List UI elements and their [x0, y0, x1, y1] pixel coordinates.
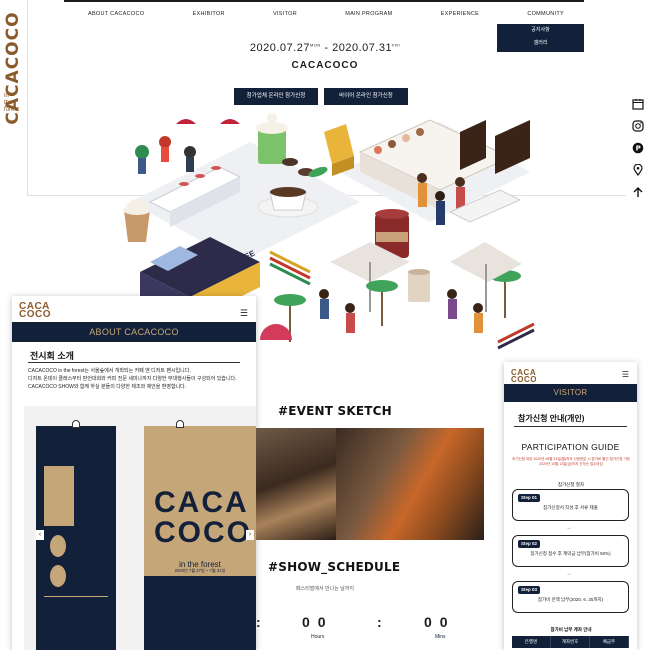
- visitor-mobile-card: CACA COCO ☰ VISITOR 참가신청 안내(개인) PARTICIP…: [504, 362, 637, 650]
- mobile-logo[interactable]: CACA COCO: [511, 369, 537, 384]
- schedule-subtitle: 페스티벌에서 만나는 날까지: [296, 586, 354, 592]
- quick-menu: P: [626, 96, 650, 206]
- timer-hours: 00: [302, 614, 334, 630]
- arrow-up-icon[interactable]: [626, 184, 650, 206]
- participation-guide-text: 조기신청 마감 2020년 08월 31일(월)까지 신청한분 시 참가비 할인…: [512, 457, 630, 466]
- timer-mins: 00: [424, 614, 456, 630]
- side-logo-subtitle: in the forest: [4, 93, 20, 113]
- calendar-icon[interactable]: [626, 96, 650, 118]
- step-text: 참가비 잔액 납부(2020. 6. 25까지): [537, 597, 604, 602]
- nav-experience[interactable]: EXPERIENCE: [441, 11, 479, 17]
- poster-gallery: CACA COCO in the forest 2020년 7월 27일 ~ 7…: [24, 406, 256, 650]
- nav-visitor[interactable]: VISITOR: [273, 11, 297, 17]
- buyer-apply-button[interactable]: 바이어 온라인 참가신청: [324, 88, 408, 105]
- visitor-heading: 참가신청 안내(개인): [518, 414, 585, 423]
- nav-main-program[interactable]: MAIN PROGRAM: [345, 11, 392, 17]
- binder-clip-icon: [176, 420, 184, 428]
- top-navigation: ABOUT CACACOCO EXHIBITOR VISITOR MAIN PR…: [64, 0, 584, 26]
- instagram-icon[interactable]: [626, 118, 650, 140]
- dropdown-notice[interactable]: 공지사항: [497, 24, 584, 37]
- about-mobile-card: CACA COCO ☰ ABOUT CACACOCO 전시회 소개 CACACO…: [12, 296, 256, 650]
- step-tag: Step 02: [518, 540, 541, 548]
- timer-separator: :: [256, 614, 261, 630]
- account-table-title: 참가비 납부 계좌 안내: [550, 627, 592, 632]
- col-bank: 은행명: [512, 636, 551, 648]
- mins-label: Mins: [435, 634, 446, 640]
- col-holder: 예금주: [590, 636, 629, 648]
- show-schedule-title: #SHOW_SCHEDULE: [268, 560, 401, 574]
- hours-label: Hours: [311, 634, 325, 640]
- event-dates: 2020.07.27MON - 2020.07.31FRI: [249, 42, 401, 54]
- nav-about[interactable]: ABOUT CACACOCO: [88, 11, 144, 17]
- prev-arrow-icon[interactable]: ‹: [36, 530, 44, 540]
- kakao-icon[interactable]: P: [626, 140, 650, 162]
- hamburger-menu-icon[interactable]: ☰: [240, 308, 248, 319]
- nav-community[interactable]: COMMUNITY: [527, 11, 564, 17]
- step-03: Step 03 참가비 잔액 납부(2020. 6. 25까지): [512, 581, 629, 613]
- exhibitor-apply-button[interactable]: 참가업체 온라인 참가신청: [234, 88, 318, 105]
- timer-separator: :: [377, 614, 382, 630]
- poster-kraft: CACA COCO in the forest 2020년 7월 27일 ~ 7…: [144, 420, 256, 650]
- event-sketch-title: #EVENT SKETCH: [278, 404, 392, 418]
- poster-logo: CACA COCO: [154, 486, 252, 549]
- nav-exhibitor[interactable]: EXHIBITOR: [193, 11, 225, 17]
- poster-dark: [36, 420, 116, 650]
- hamburger-menu-icon[interactable]: ☰: [622, 370, 629, 379]
- about-banner: ABOUT CACACOCO: [12, 322, 256, 342]
- heading-divider: [514, 426, 627, 427]
- mobile-logo[interactable]: CACA COCO: [19, 302, 51, 320]
- poster-dark-art: [44, 466, 108, 597]
- visitor-banner: VISITOR: [504, 384, 637, 402]
- account-table-header: 은행명 계좌번호 예금주: [512, 636, 629, 648]
- svg-text:P: P: [636, 145, 641, 153]
- poster-date: 2020년 7월 27일 ~ 7월 31일: [174, 568, 226, 573]
- step-tag: Step 03: [518, 586, 541, 594]
- arrow-right-icon: →: [566, 525, 571, 531]
- side-logo[interactable]: CACACOCO in the forest: [0, 0, 28, 196]
- hero-logo: CACACOCO: [291, 60, 359, 71]
- step-tag: Step 01: [518, 494, 541, 502]
- participation-guide-title: PARTICIPATION GUIDE: [521, 442, 620, 452]
- next-arrow-icon[interactable]: ›: [246, 530, 254, 540]
- event-photo-kettle[interactable]: [336, 428, 484, 540]
- about-description: CACACOCO in the forest는 서울숲에서 개최되는 카페 앤 …: [28, 368, 237, 390]
- side-logo-text: CACACOCO: [3, 11, 23, 125]
- arrow-right-icon: →: [566, 571, 571, 577]
- step-text: 참가신청서 작성 후 서류 제출: [543, 505, 598, 510]
- step-01: Step 01 참가신청서 작성 후 서류 제출: [512, 489, 629, 521]
- event-photo-pour-over[interactable]: [256, 428, 336, 540]
- step-text: 참가신청 접수 후 계약금 납부(참가비 50%): [530, 551, 611, 556]
- location-pin-icon[interactable]: [626, 162, 650, 184]
- poster-band: [144, 576, 256, 650]
- about-heading: 전시회 소개: [30, 351, 74, 361]
- heading-divider: [28, 362, 240, 363]
- binder-clip-icon: [72, 420, 80, 428]
- step-02: Step 02 참가신청 접수 후 계약금 납부(참가비 50%): [512, 535, 629, 567]
- col-account: 계좌번호: [551, 636, 590, 648]
